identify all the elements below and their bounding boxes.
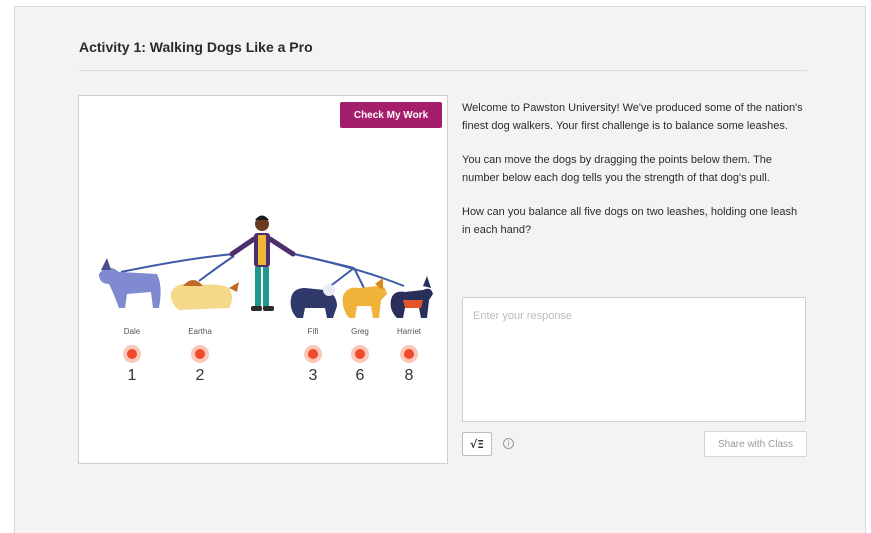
walker-figure xyxy=(229,215,296,311)
dog-strength-greg: 6 xyxy=(355,367,365,384)
drag-point-dale[interactable] xyxy=(123,345,141,363)
share-with-class-button[interactable]: Share with Class xyxy=(704,431,807,457)
drag-point-harriet[interactable] xyxy=(400,345,418,363)
prompt-paragraph-welcome: Welcome to Pawston University! We've pro… xyxy=(462,102,803,132)
dog-name-eartha: Eartha xyxy=(188,327,212,336)
math-input-button[interactable]: √Ξ xyxy=(462,432,492,456)
drag-point-eartha[interactable] xyxy=(191,345,209,363)
activity-card: Activity 1: Walking Dogs Like a Pro Chec… xyxy=(14,6,866,533)
dog-greg xyxy=(342,278,387,318)
prompt-text: Welcome to Pawston University! We've pro… xyxy=(462,99,808,255)
dog-strength-eartha: 2 xyxy=(195,367,205,384)
dog-eartha xyxy=(170,280,239,310)
dog-strength-fifi: 3 xyxy=(308,367,318,384)
dog-walker-illustration xyxy=(99,215,433,318)
info-icon[interactable]: i xyxy=(503,438,514,449)
prompt-paragraph-question: How can you balance all five dogs on two… xyxy=(462,206,798,236)
dog-strength-harriet: 8 xyxy=(404,367,414,384)
dog-name-fifi: Fifi xyxy=(307,327,319,336)
dog-name-dale: Dale xyxy=(123,327,141,336)
activity-title: Activity 1: Walking Dogs Like a Pro xyxy=(79,39,313,55)
response-input[interactable] xyxy=(462,297,806,422)
dog-strength-dale: 1 xyxy=(127,367,137,384)
dog-fifi xyxy=(290,284,337,318)
dog-leash-sketch: Check My Work Dale 1 Eartha 2 Fifi 3 Gre… xyxy=(78,95,448,464)
prompt-paragraph-instructions: You can move the dogs by dragging the po… xyxy=(462,154,773,184)
dog-name-harriet: Harriet xyxy=(396,327,421,336)
dog-name-greg: Greg xyxy=(351,327,369,336)
drag-point-fifi[interactable] xyxy=(304,345,322,363)
title-divider xyxy=(79,70,807,71)
check-my-work-button[interactable]: Check My Work xyxy=(340,102,442,128)
drag-point-greg[interactable] xyxy=(351,345,369,363)
